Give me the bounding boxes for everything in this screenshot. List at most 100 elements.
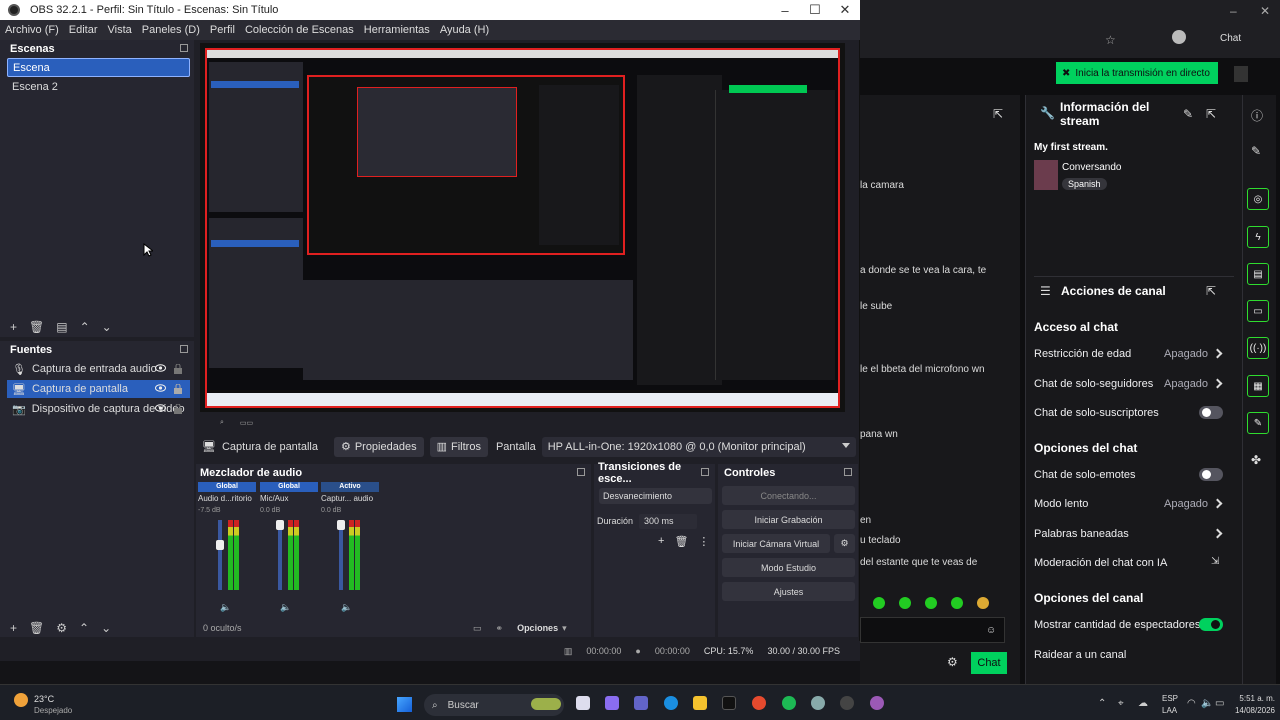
chat-input[interactable] bbox=[860, 617, 1005, 643]
chrome-icon[interactable] bbox=[752, 696, 766, 710]
scene-item[interactable]: Escena 2 bbox=[7, 78, 190, 97]
chevron-up-icon[interactable]: ⌃ bbox=[1098, 698, 1106, 709]
options-button[interactable]: Opciones bbox=[517, 623, 558, 633]
fader-knob[interactable] bbox=[216, 540, 224, 550]
popout-icon[interactable]: ⇱ bbox=[1206, 107, 1216, 121]
task-view-icon[interactable] bbox=[576, 696, 590, 710]
gear-icon[interactable]: ⚙ bbox=[834, 534, 855, 553]
virtual-camera-button[interactable]: Iniciar Cámara Virtual bbox=[722, 534, 830, 553]
lock-icon[interactable] bbox=[174, 364, 182, 374]
pencil-icon[interactable]: ✎ bbox=[1183, 107, 1193, 121]
more-icon[interactable]: ⋮ bbox=[698, 535, 709, 548]
weather-icon[interactable] bbox=[14, 693, 28, 707]
menu-perfil[interactable]: Perfil bbox=[205, 24, 240, 36]
channel-name[interactable]: Captur... audio bbox=[321, 494, 379, 503]
speaker-icon[interactable]: 🔈 bbox=[220, 602, 231, 613]
menu-coleccion-escenas[interactable]: Colección de Escenas bbox=[240, 24, 359, 36]
document-icon[interactable]: ▤ bbox=[1247, 263, 1269, 285]
source-item[interactable]: 📷 Dispositivo de captura de video bbox=[7, 400, 190, 418]
info-icon[interactable]: ⓘ bbox=[1251, 107, 1263, 124]
emote-icon[interactable] bbox=[977, 597, 989, 609]
menu-paneles[interactable]: Paneles (D) bbox=[137, 24, 205, 36]
link-icon[interactable]: ⚭ bbox=[496, 623, 504, 634]
windows-start-icon[interactable] bbox=[397, 697, 412, 712]
emote-icon[interactable] bbox=[951, 597, 963, 609]
undock-icon[interactable] bbox=[180, 345, 188, 353]
followers-only-label[interactable]: Chat de solo-seguidores bbox=[1034, 378, 1153, 390]
layout-icon[interactable]: ▭ bbox=[473, 623, 482, 634]
minimize-button[interactable]: – bbox=[770, 0, 800, 20]
channel-name[interactable]: Mic/Aux bbox=[260, 494, 318, 503]
settings-button[interactable]: Ajustes bbox=[722, 582, 855, 601]
move-down-icon[interactable]: ⌄ bbox=[101, 621, 111, 635]
move-up-icon[interactable]: ⌃ bbox=[80, 320, 90, 334]
settings-icon[interactable]: ⚙ bbox=[56, 621, 67, 635]
tag-badge[interactable]: Spanish bbox=[1062, 178, 1107, 190]
age-restriction-label[interactable]: Restricción de edad bbox=[1034, 348, 1131, 360]
undock-icon[interactable] bbox=[180, 44, 188, 52]
wifi-icon[interactable]: ◠ bbox=[1187, 698, 1196, 709]
emote-only-toggle[interactable] bbox=[1199, 468, 1223, 481]
slow-mode-label[interactable]: Modo lento bbox=[1034, 498, 1088, 510]
copilot-icon[interactable] bbox=[605, 696, 619, 710]
chat-bubble-icon[interactable]: ▭ bbox=[1247, 300, 1269, 322]
volume-fader[interactable] bbox=[339, 520, 343, 590]
gear-icon[interactable]: ⚙ bbox=[947, 655, 958, 669]
move-up-icon[interactable]: ⌃ bbox=[79, 621, 89, 635]
broadcast-icon[interactable]: ((·)) bbox=[1247, 337, 1269, 359]
obs-icon[interactable] bbox=[840, 696, 854, 710]
puzzle-icon[interactable]: ✤ bbox=[1251, 453, 1261, 467]
add-icon[interactable]: + bbox=[658, 535, 664, 548]
edge-icon[interactable] bbox=[664, 696, 678, 710]
undock-icon[interactable] bbox=[844, 468, 852, 476]
clock-time[interactable]: 5:51 a. m. bbox=[1233, 694, 1275, 703]
close-button[interactable]: ✕ bbox=[1260, 4, 1270, 18]
filter-icon[interactable]: ▤ bbox=[56, 320, 67, 334]
transition-select[interactable]: Desvanecimiento bbox=[599, 488, 712, 504]
move-down-icon[interactable]: ⌄ bbox=[102, 320, 112, 334]
emoji-icon[interactable]: ☺ bbox=[986, 625, 996, 636]
lock-icon[interactable] bbox=[174, 384, 182, 394]
pencil-icon[interactable]: ✎ bbox=[1251, 144, 1261, 158]
source-item[interactable]: 🖥 Captura de pantalla bbox=[7, 380, 190, 398]
avatar[interactable] bbox=[1172, 30, 1186, 44]
emote-icon[interactable] bbox=[899, 597, 911, 609]
weather-temp[interactable]: 23°C bbox=[34, 694, 54, 704]
zoom-icon[interactable]: ⌕ bbox=[220, 419, 224, 427]
stream-button[interactable]: Conectando... bbox=[722, 486, 855, 505]
banned-words-label[interactable]: Palabras baneadas bbox=[1034, 528, 1129, 540]
source-item[interactable]: 🎙 Captura de entrada audio bbox=[7, 360, 190, 378]
menu-vista[interactable]: Vista bbox=[103, 24, 137, 36]
battery-icon[interactable]: ▭ bbox=[1215, 698, 1224, 709]
eye-icon[interactable] bbox=[155, 404, 166, 412]
viewer-count-toggle[interactable] bbox=[1199, 618, 1223, 631]
location-icon[interactable]: ⌖ bbox=[1118, 698, 1124, 709]
trash-icon[interactable]: 🗑 bbox=[674, 535, 688, 548]
trash-icon[interactable]: 🗑 bbox=[29, 320, 44, 334]
external-link-icon[interactable]: ⇲ bbox=[1211, 556, 1219, 567]
trash-icon[interactable]: 🗑 bbox=[29, 621, 44, 635]
properties-button[interactable]: ⚙ Propiedades bbox=[333, 436, 424, 457]
clock-date[interactable]: 14/08/2026 bbox=[1225, 706, 1275, 715]
layers-icon[interactable]: ▦ bbox=[1247, 375, 1269, 397]
spotify-icon[interactable] bbox=[782, 696, 796, 710]
close-button[interactable]: ✕ bbox=[830, 0, 860, 20]
add-icon[interactable]: + bbox=[10, 621, 17, 635]
menu-editar[interactable]: Editar bbox=[64, 24, 103, 36]
menu-archivo[interactable]: Archivo (F) bbox=[0, 24, 64, 36]
language-layout[interactable]: LAA bbox=[1162, 706, 1177, 715]
undock-icon[interactable] bbox=[701, 468, 709, 476]
lock-icon[interactable] bbox=[174, 404, 182, 414]
file-explorer-icon[interactable] bbox=[693, 696, 707, 710]
duration-input[interactable]: 300 ms bbox=[639, 513, 698, 529]
fader-knob[interactable] bbox=[337, 520, 345, 530]
raid-channel-label[interactable]: Raidear a un canal bbox=[1034, 649, 1126, 661]
bookmark-icon[interactable]: ☆ bbox=[1105, 33, 1116, 47]
subscribers-only-toggle[interactable] bbox=[1199, 406, 1223, 419]
popout-icon[interactable]: ⇱ bbox=[993, 107, 1003, 121]
language-code[interactable]: ESP bbox=[1162, 694, 1178, 703]
eye-icon[interactable] bbox=[155, 364, 166, 372]
preview-capture-frame[interactable] bbox=[205, 48, 840, 408]
speaker-icon[interactable]: 🔈 bbox=[280, 602, 291, 613]
emote-icon[interactable] bbox=[873, 597, 885, 609]
